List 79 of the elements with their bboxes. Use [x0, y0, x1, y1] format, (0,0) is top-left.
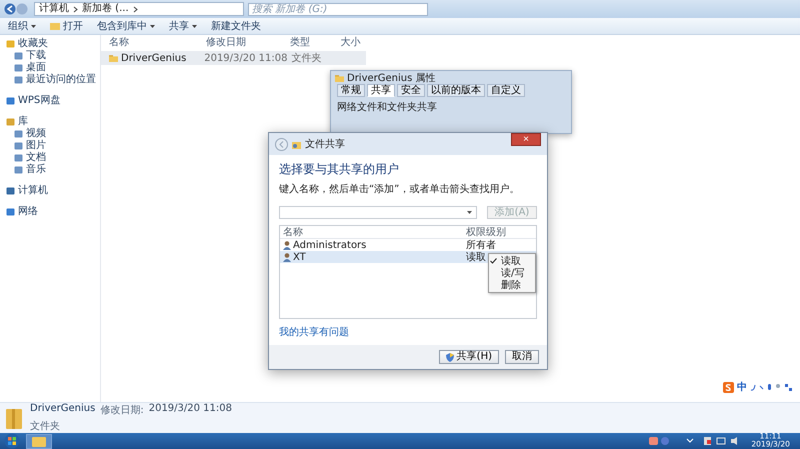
user-icon: [283, 252, 291, 262]
sidebar-item[interactable]: 音乐: [0, 163, 100, 175]
dialog-heading: 选择要与其共享的用户: [279, 161, 400, 178]
sidebar-item[interactable]: 收藏夹: [0, 37, 100, 49]
sidebar-item[interactable]: 桌面: [0, 61, 100, 73]
date-label: 修改日期:: [100, 404, 144, 417]
caret-icon: [467, 211, 472, 214]
folder-icon: [6, 407, 22, 429]
user-icon: [283, 240, 291, 250]
menu-item[interactable]: 读/写: [490, 267, 534, 279]
folder-icon: [32, 436, 46, 446]
taskbar-button[interactable]: [26, 434, 52, 448]
toolbar-button[interactable]: 新建文件夹: [209, 19, 263, 33]
column-header[interactable]: 大小: [336, 35, 366, 49]
cancel-button[interactable]: 取消: [505, 350, 539, 364]
window-title: 文件共享: [305, 138, 345, 151]
menu-item[interactable]: 删除: [490, 279, 534, 291]
column-header[interactable]: 名称: [101, 35, 202, 49]
ime-tools-icon: [750, 382, 794, 392]
sidebar-item[interactable]: 视频: [0, 127, 100, 139]
sidebar-icon: [6, 96, 15, 104]
user-name: Administrators: [293, 240, 366, 250]
sidebar-icon: [6, 186, 15, 194]
sidebar-item[interactable]: 文档: [0, 151, 100, 163]
window-title: DriverGenius 属性: [347, 72, 436, 84]
breadcrumb-item[interactable]: 计算机: [39, 3, 69, 15]
close-button[interactable]: ×: [511, 133, 541, 146]
sidebar-item[interactable]: 库: [0, 115, 100, 127]
breadcrumb-item[interactable]: 新加卷 (...: [82, 3, 129, 15]
column-header[interactable]: 修改日期: [202, 35, 286, 49]
permission-level: 读取: [466, 250, 486, 264]
sidebar-item[interactable]: 下载: [0, 49, 100, 61]
tab[interactable]: 安全: [397, 84, 425, 97]
menu-item[interactable]: 读取: [490, 255, 534, 267]
user-name: XT: [293, 252, 306, 262]
toolbar-button[interactable]: 包含到库中: [95, 19, 157, 33]
chevron-icon: [132, 6, 138, 12]
chevron-icon: [73, 6, 78, 12]
back-forward-icon: [4, 3, 30, 15]
share-button[interactable]: 共享(H): [438, 350, 499, 364]
toolbar-button[interactable]: 共享: [167, 19, 199, 33]
column-header[interactable]: 类型: [286, 35, 337, 49]
file-type: 文件夹: [30, 420, 61, 433]
folder-icon: [335, 74, 344, 82]
sidebar-item[interactable]: 最近访问的位置: [0, 73, 100, 85]
tab[interactable]: 共享: [367, 84, 395, 97]
address-bar[interactable]: 计算机 新加卷 (...: [34, 2, 244, 16]
table-cell-text: 文件夹: [292, 52, 322, 65]
column-header[interactable]: 名称: [280, 225, 463, 239]
toolbar-button[interactable]: 打开: [48, 19, 85, 33]
check-icon: [490, 258, 497, 264]
folder-icon: [50, 22, 60, 30]
help-link[interactable]: 我的共享有问题: [279, 325, 349, 339]
sidebar-item[interactable]: 图片: [0, 139, 100, 151]
instruction-text: 键入名称，然后单击“添加”，或者单击箭头查找用户。: [279, 182, 520, 196]
file-name: DriverGenius: [30, 403, 96, 416]
tab[interactable]: 以前的版本: [427, 84, 485, 97]
sidebar-item[interactable]: WPS网盘: [0, 94, 100, 106]
sidebar-item[interactable]: 网络: [0, 205, 100, 217]
shield-icon: [446, 352, 454, 362]
ime-mode[interactable]: 中: [737, 380, 747, 394]
table-cell: DriverGenius: [121, 52, 186, 64]
table-cell: 2019/3/20 11:08: [204, 52, 288, 64]
tab[interactable]: 常规: [337, 84, 365, 97]
user-row[interactable]: Administrators 所有者: [280, 239, 536, 251]
group-label: 网络文件和文件夹共享: [337, 100, 438, 114]
file-row[interactable]: DriverGenius 2019/3/20 11:08 文件夹: [101, 51, 366, 65]
column-header[interactable]: 权限级别: [463, 225, 536, 239]
sogou-logo-icon: [723, 382, 734, 392]
toolbar-button[interactable]: 组织: [6, 19, 38, 33]
sidebar-item[interactable]: 计算机: [0, 184, 100, 196]
start-button-icon: [4, 433, 20, 449]
tab[interactable]: 自定义: [487, 84, 525, 97]
back-icon: [275, 138, 288, 150]
tray-icons-icon: [648, 436, 739, 446]
permission-level: 所有者: [466, 238, 496, 252]
sidebar-icon: [6, 206, 15, 216]
folder-icon: [109, 54, 118, 62]
date-value: 2019/3/20 11:08: [148, 403, 232, 416]
